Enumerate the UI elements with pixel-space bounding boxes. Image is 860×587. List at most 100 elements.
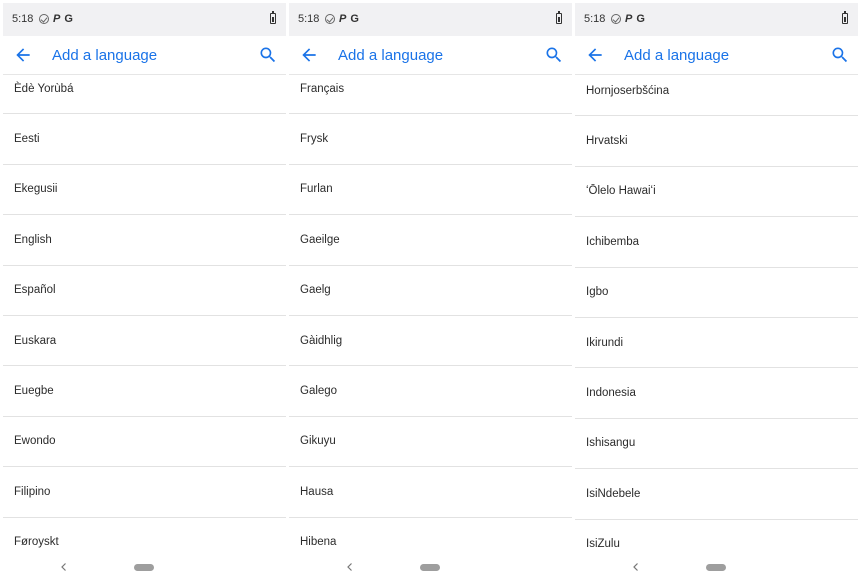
language-item[interactable]: Indonesia — [575, 368, 858, 419]
language-item[interactable]: Furlan — [289, 165, 572, 216]
screen-panel: 5:18 P G Add a language Èdè Yorùbá Eesti E… — [3, 3, 286, 581]
language-item[interactable]: IsiNdebele — [575, 469, 858, 520]
notification-icons: P G — [611, 12, 645, 26]
language-item[interactable]: Euskara — [3, 316, 286, 367]
status-time: 5:18 — [12, 13, 34, 25]
language-item[interactable]: Eesti — [3, 114, 286, 165]
language-item[interactable]: Ichibemba — [575, 217, 858, 268]
language-label: Ekegusii — [14, 183, 58, 196]
home-pill[interactable] — [706, 564, 726, 571]
status-bar: 5:18 P G — [289, 3, 572, 36]
home-pill[interactable] — [420, 564, 440, 571]
language-item[interactable]: Euegbe — [3, 366, 286, 417]
arrow-back-icon[interactable] — [13, 45, 33, 65]
language-item[interactable]: English — [3, 215, 286, 266]
language-label: IsiZulu — [586, 538, 620, 551]
arrow-back-icon[interactable] — [299, 45, 319, 65]
google-icon: G — [64, 13, 73, 25]
screen-panel: 5:18 P G Add a language Français Frysk Fur… — [289, 3, 572, 581]
check-circle-icon — [611, 14, 621, 24]
navigation-bar — [3, 553, 286, 581]
language-label: ʻŌlelo Hawaiʻi — [586, 185, 656, 198]
language-label: Hausa — [300, 485, 334, 498]
search-icon[interactable] — [830, 45, 850, 65]
language-label: Gaelg — [300, 284, 331, 297]
language-list: Français Frysk Furlan Gaeilge Gaelg Gàidhlig G… — [289, 64, 572, 568]
navigation-bar — [289, 553, 572, 581]
language-item[interactable]: Ikirundi — [575, 318, 858, 369]
arrow-back-icon[interactable] — [585, 45, 605, 65]
language-item[interactable]: Gaeilge — [289, 215, 572, 266]
language-label: IsiNdebele — [586, 487, 641, 500]
status-bar: 5:18 P G — [3, 3, 286, 36]
navigation-bar — [575, 553, 858, 581]
language-label: Hrvatski — [586, 135, 628, 148]
home-pill[interactable] — [134, 564, 154, 571]
language-list: Èdè Yorùbá Eesti Ekegusii English Español Eus… — [3, 64, 286, 568]
page-title: Add a language — [338, 47, 444, 64]
notification-icons: P G — [325, 12, 359, 26]
check-circle-icon — [39, 14, 49, 24]
language-label: Gaeilge — [300, 233, 340, 246]
language-label: Indonesia — [586, 387, 636, 400]
language-item[interactable]: Galego — [289, 366, 572, 417]
status-time: 5:18 — [584, 13, 606, 25]
nav-back-icon[interactable] — [59, 562, 69, 572]
language-item[interactable]: Frysk — [289, 114, 572, 165]
language-label: Ikirundi — [586, 336, 624, 349]
battery-icon — [842, 11, 848, 24]
language-item[interactable]: Filipino — [3, 467, 286, 518]
language-item[interactable]: Igbo — [575, 268, 858, 318]
battery-icon — [556, 11, 562, 24]
language-label: Hornjoserbšćina — [586, 84, 670, 97]
language-item[interactable]: Français — [289, 64, 572, 115]
language-label: Euskara — [14, 334, 57, 347]
language-item[interactable]: ʻŌlelo Hawaiʻi — [575, 167, 858, 218]
page-title: Add a language — [624, 47, 730, 64]
language-item[interactable]: Ewondo — [3, 417, 286, 468]
language-label: Español — [14, 284, 56, 297]
language-label: Eesti — [14, 133, 40, 146]
search-icon[interactable] — [258, 45, 278, 65]
page-title: Add a language — [52, 47, 158, 64]
language-item[interactable]: Gikuyu — [289, 417, 572, 468]
language-label: Furlan — [300, 183, 333, 196]
language-label: Filipino — [14, 485, 51, 498]
nav-back-icon[interactable] — [631, 562, 641, 572]
google-icon: G — [636, 13, 645, 25]
language-label: Euegbe — [14, 385, 54, 398]
battery-icon — [270, 11, 276, 24]
search-icon[interactable] — [544, 45, 564, 65]
language-label: Gàidhlig — [300, 334, 343, 347]
check-circle-icon — [325, 14, 335, 24]
p-app-icon: P — [625, 13, 633, 25]
language-label: Igbo — [586, 286, 609, 299]
notification-icons: P G — [39, 12, 73, 26]
language-item[interactable]: Ekegusii — [3, 165, 286, 216]
language-label: Hibena — [300, 536, 337, 549]
language-item[interactable]: Hrvatski — [575, 116, 858, 167]
language-item[interactable]: Hausa — [289, 467, 572, 518]
language-list: Hornjoserbšćina Hrvatski ʻŌlelo Hawaiʻi Ich… — [575, 66, 858, 570]
language-label: Èdè Yorùbá — [14, 82, 74, 95]
language-label: Gikuyu — [300, 435, 336, 448]
language-item[interactable]: Español — [3, 266, 286, 316]
language-label: Føroyskt — [14, 536, 59, 549]
language-label: Ewondo — [14, 435, 56, 448]
language-label: Ichibemba — [586, 235, 640, 248]
nav-back-icon[interactable] — [345, 562, 355, 572]
language-label: Frysk — [300, 133, 329, 146]
status-time: 5:18 — [298, 13, 320, 25]
p-app-icon: P — [339, 13, 347, 25]
language-item[interactable]: Èdè Yorùbá — [3, 64, 286, 115]
language-item[interactable]: Hornjoserbšćina — [575, 66, 858, 117]
language-item[interactable]: Gaelg — [289, 266, 572, 316]
language-label: Français — [300, 82, 345, 95]
language-item[interactable]: Gàidhlig — [289, 316, 572, 367]
status-bar: 5:18 P G — [575, 3, 858, 36]
language-label: Ishisangu — [586, 437, 636, 450]
google-icon: G — [350, 13, 359, 25]
language-item[interactable]: Ishisangu — [575, 419, 858, 470]
p-app-icon: P — [53, 13, 61, 25]
screen-panel: 5:18 P G Add a language Hornjoserbšćina H… — [575, 3, 858, 581]
